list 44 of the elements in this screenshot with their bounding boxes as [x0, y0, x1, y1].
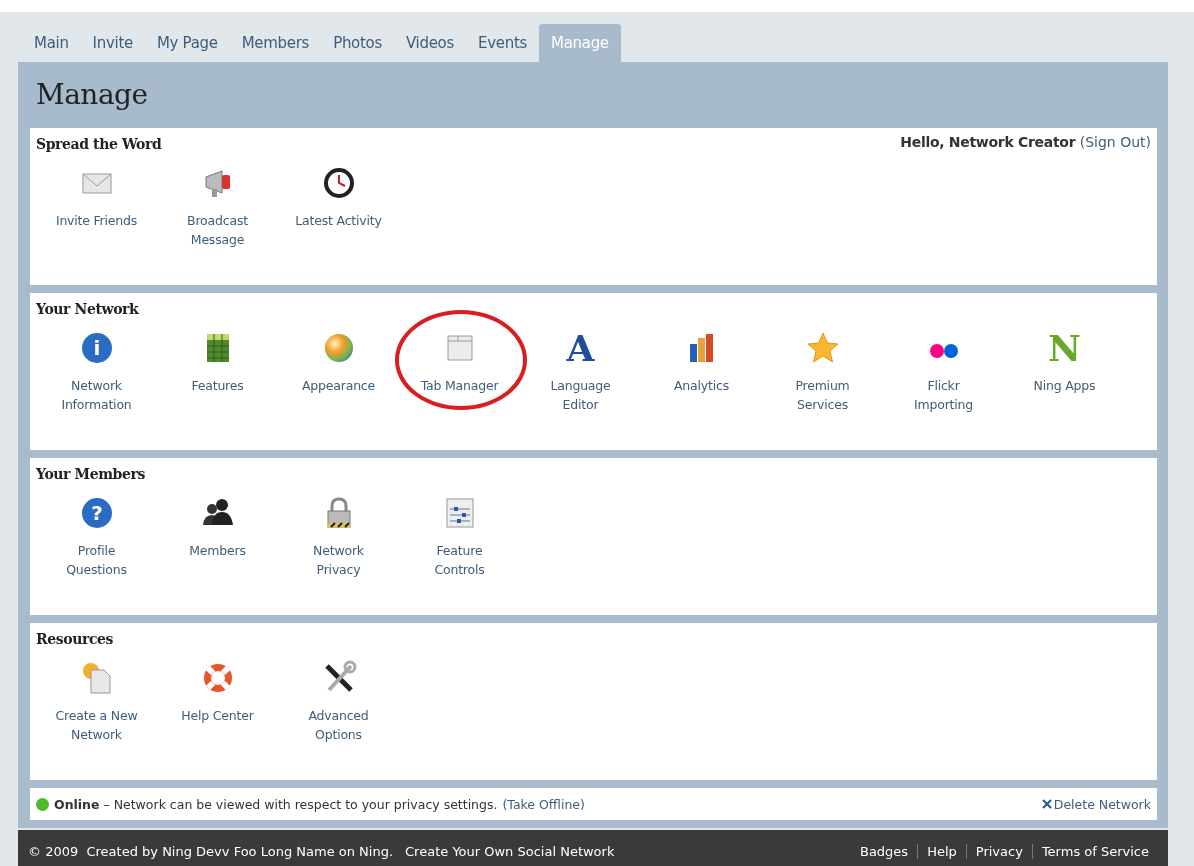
section-title: Spread the Word — [36, 136, 162, 152]
item-link[interactable]: Invite Friends — [55, 211, 138, 230]
section-title: Your Members — [36, 466, 145, 482]
item-link[interactable]: Language Editor — [550, 376, 611, 414]
nav-tab[interactable]: Events — [466, 24, 539, 62]
item-link[interactable]: Members — [189, 541, 246, 560]
item-link[interactable]: Appearance — [301, 376, 376, 395]
close-icon — [1041, 799, 1052, 809]
copyright-text: © 2009 Created by Ning Devv Foo Long Name on Ning. — [28, 843, 394, 859]
sign-out-link[interactable]: (Sign Out) — [1079, 134, 1151, 150]
item-link[interactable]: Network Information — [61, 376, 132, 414]
delete-network-link[interactable]: Delete Network — [1041, 796, 1151, 812]
footer-link[interactable]: Terms of Service — [1031, 843, 1158, 859]
section-title: Your Network — [36, 301, 139, 317]
page-title: Manage — [35, 77, 149, 113]
status-text: Online – Network can be viewed with respect to your privacy settings. — [54, 796, 498, 812]
footer-link[interactable]: Create Your Own Social Network — [405, 843, 615, 859]
item-link[interactable]: Flickr Importing — [914, 376, 973, 414]
footer-link[interactable]: Help — [917, 843, 966, 859]
letter-a-icon[interactable]: A — [566, 329, 595, 367]
nav-tab[interactable]: Invite — [80, 24, 145, 62]
item-link[interactable]: Latest Activity — [295, 211, 382, 230]
item-link[interactable]: Feature Controls — [434, 541, 485, 579]
item-link[interactable]: Network Privacy — [313, 541, 364, 579]
item-link[interactable]: Profile Questions — [66, 541, 127, 579]
item-link[interactable]: Features — [191, 376, 244, 395]
take-offline-link[interactable]: (Take Offline) — [502, 796, 585, 812]
greeting-text: Hello, Network Creator — [900, 134, 1076, 150]
item-link[interactable]: Advanced Options — [308, 706, 369, 744]
nav-tab[interactable]: Members — [229, 24, 322, 62]
item-link[interactable]: Ning Apps — [1033, 376, 1096, 395]
footer-link[interactable]: Badges — [851, 843, 918, 859]
item-link[interactable]: Premium Services — [795, 376, 850, 414]
section-title: Resources — [36, 631, 114, 647]
item-link[interactable]: Help Center — [181, 706, 254, 725]
item-link[interactable]: Analytics — [674, 376, 729, 395]
item-link[interactable]: Broadcast Message — [187, 211, 248, 249]
item-link[interactable]: Create a New Network — [55, 706, 138, 744]
nav-tab[interactable]: Photos — [321, 24, 394, 62]
nav-tab[interactable]: My Page — [144, 24, 230, 62]
nav-tab[interactable]: Videos — [393, 24, 466, 62]
nav-tab[interactable]: Main — [22, 24, 81, 62]
footer-link[interactable]: Privacy — [965, 843, 1032, 859]
item-link[interactable]: Tab Manager — [420, 376, 499, 395]
